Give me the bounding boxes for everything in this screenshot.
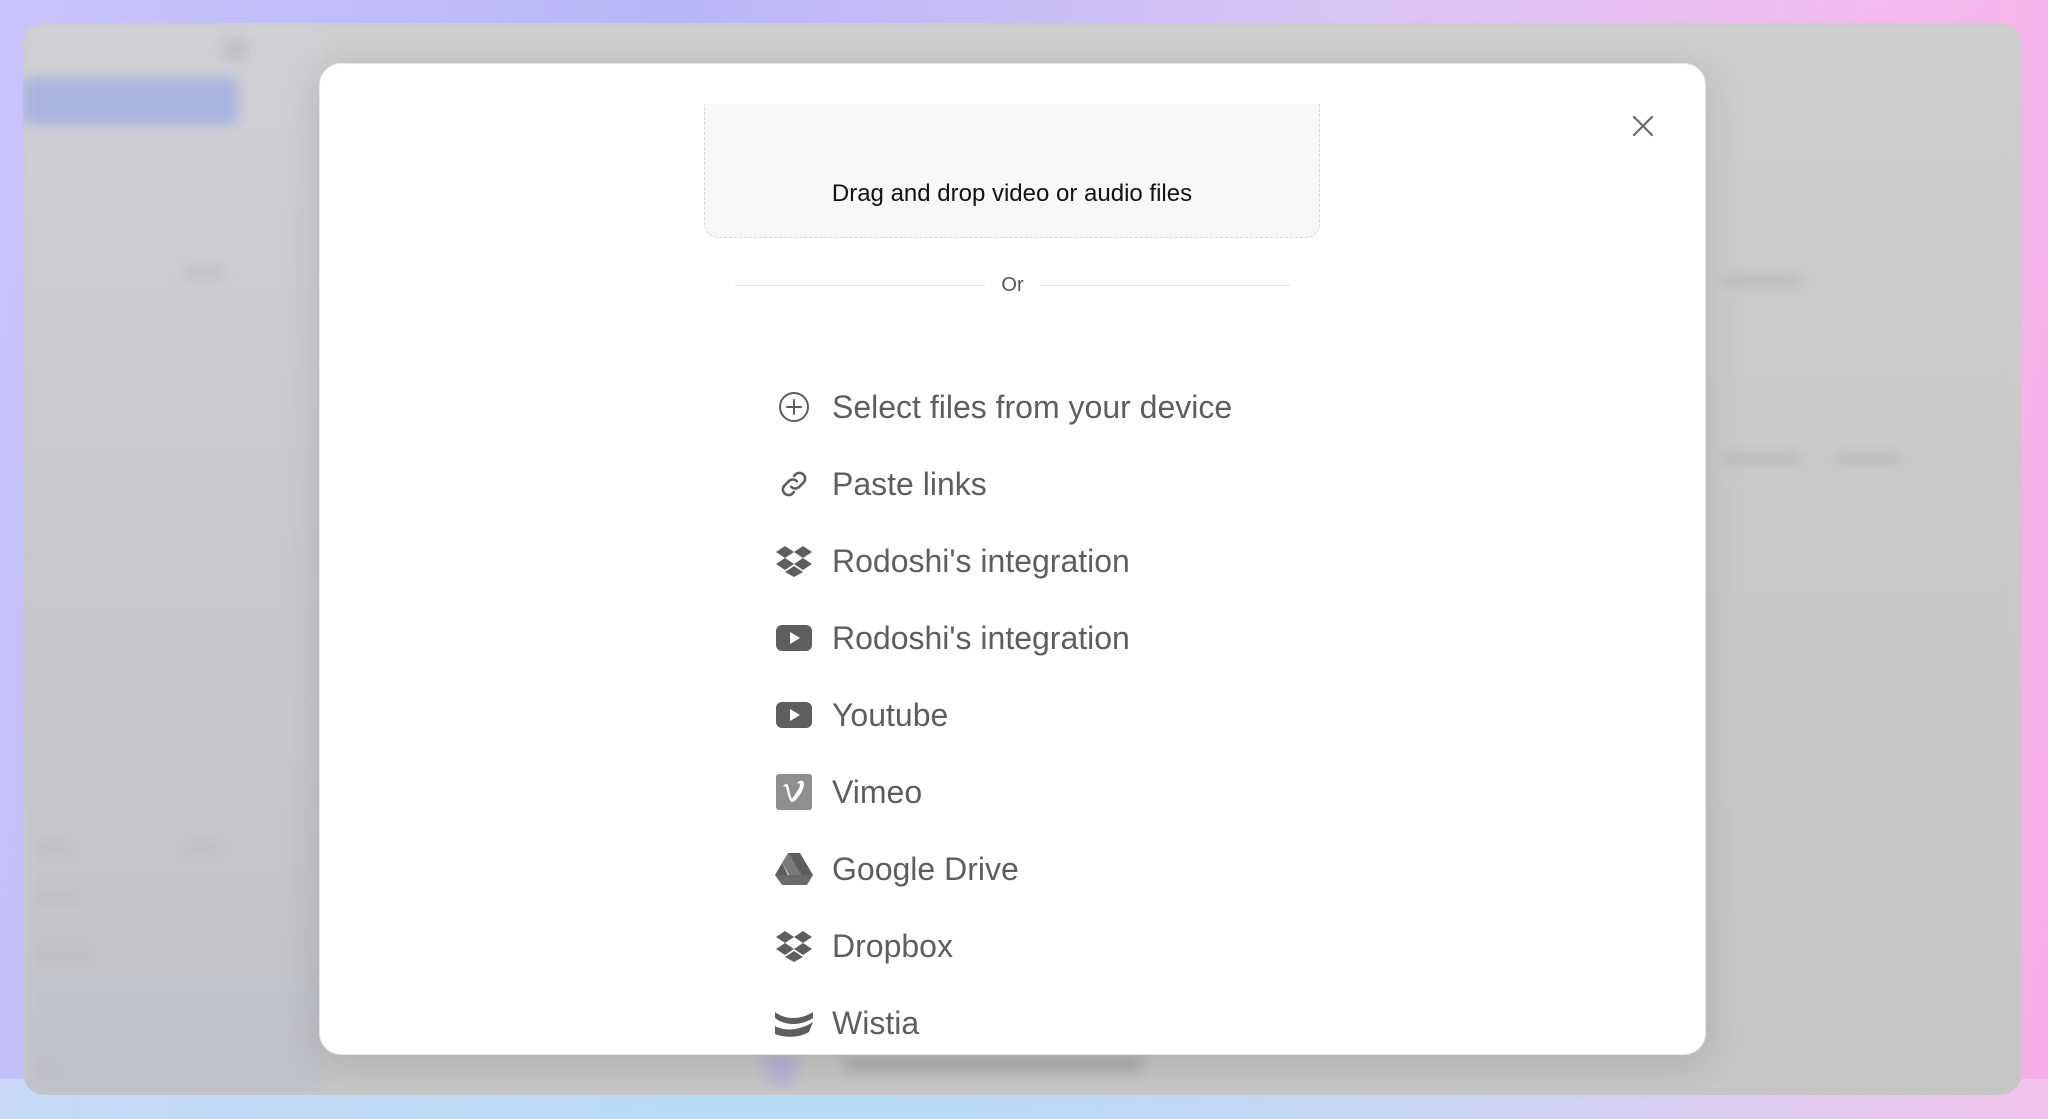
youtube-icon [774, 695, 814, 735]
dropzone[interactable]: Drag and drop video or audio files [704, 104, 1320, 238]
option-dropbox[interactable]: Dropbox [774, 918, 1334, 974]
option-google-drive[interactable]: Google Drive [774, 841, 1334, 897]
link-icon [774, 464, 814, 504]
divider-or-text: Or [1001, 273, 1024, 296]
youtube-icon [774, 618, 814, 658]
option-paste-links[interactable]: Paste links [774, 456, 1334, 512]
option-youtube[interactable]: Youtube [774, 687, 1334, 743]
option-wistia[interactable]: Wistia [774, 995, 1334, 1051]
option-label: Google Drive [832, 850, 1019, 887]
option-label: Vimeo [832, 773, 923, 810]
close-icon [1632, 115, 1654, 137]
dropzone-text: Drag and drop video or audio files [831, 180, 1193, 207]
vimeo-icon [774, 772, 814, 812]
option-select-files[interactable]: Select files from your device [774, 379, 1334, 435]
divider-rule-left [735, 284, 986, 286]
option-label: Select files from your device [832, 388, 1233, 425]
upload-modal: Drag and drop video or audio files Or Se… [319, 63, 1706, 1055]
option-vimeo[interactable]: Vimeo [774, 764, 1334, 820]
option-label: Youtube [832, 696, 949, 733]
option-label: Rodoshi's integration [832, 619, 1130, 656]
option-label: Wistia [832, 1004, 920, 1041]
option-label: Dropbox [832, 927, 953, 964]
close-button[interactable] [1629, 112, 1657, 140]
divider-rule-right [1039, 284, 1290, 286]
option-rodoshi-youtube-integration[interactable]: Rodoshi's integration [774, 610, 1334, 666]
dropbox-icon [774, 541, 814, 581]
or-divider: Or [735, 270, 1290, 300]
plus-circle-icon [774, 387, 814, 427]
dropbox-icon [774, 926, 814, 966]
option-label: Rodoshi's integration [832, 542, 1130, 579]
google-drive-icon [774, 849, 814, 889]
wistia-icon [774, 1003, 814, 1043]
option-rodoshi-dropbox-integration[interactable]: Rodoshi's integration [774, 533, 1334, 589]
option-label: Paste links [832, 465, 987, 502]
